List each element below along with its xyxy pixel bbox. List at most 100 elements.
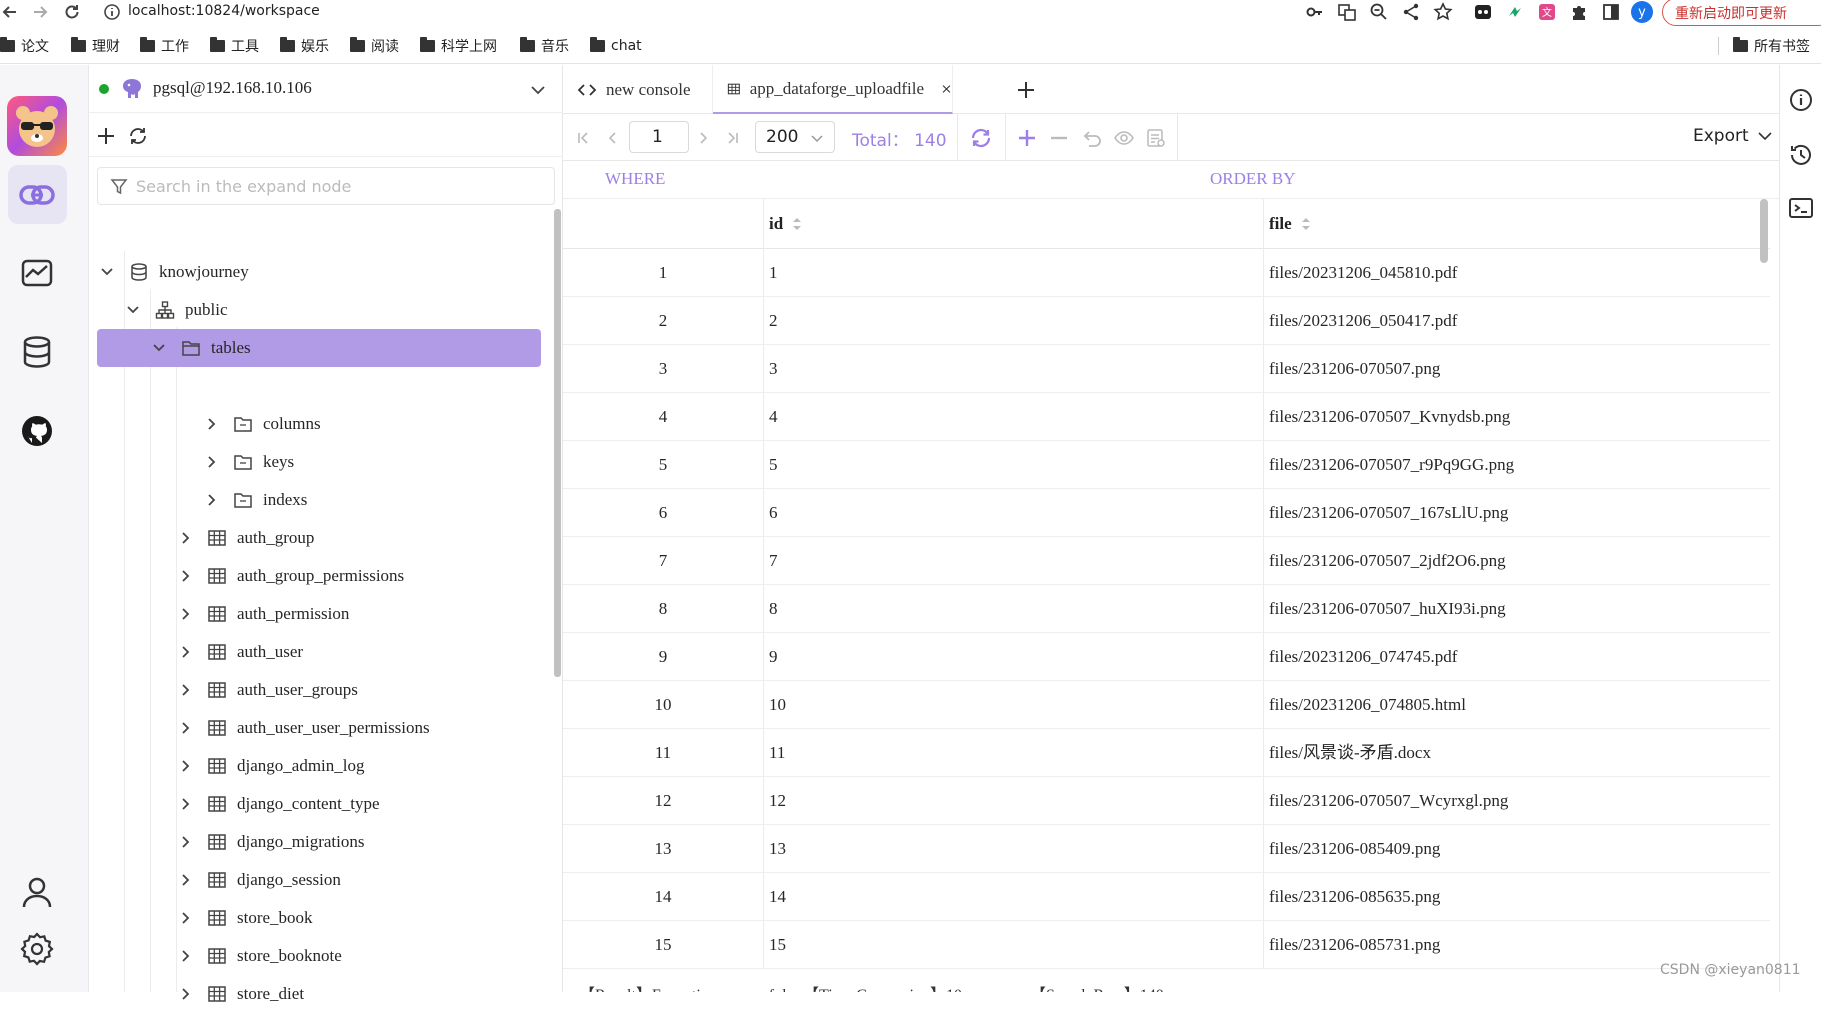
extensions-puzzle-icon[interactable] xyxy=(1569,2,1589,22)
add-row-icon[interactable] xyxy=(1016,127,1038,149)
reload-icon[interactable] xyxy=(62,2,82,22)
chevron-right-icon[interactable] xyxy=(177,606,193,622)
cell-id[interactable]: 10 xyxy=(769,681,786,729)
address-bar[interactable]: localhost:10824/workspace xyxy=(128,3,320,19)
bookmark-folder[interactable]: 理财 xyxy=(71,35,120,57)
link-icon[interactable] xyxy=(16,174,58,216)
cell-file[interactable]: files/20231206_045810.pdf xyxy=(1269,249,1457,297)
cell-id[interactable]: 9 xyxy=(769,633,778,681)
first-page-icon[interactable] xyxy=(573,128,593,148)
tree-search-field[interactable] xyxy=(97,167,555,205)
table-row[interactable]: 9 9 files/20231206_074745.pdf xyxy=(563,633,1770,681)
prev-page-icon[interactable] xyxy=(603,128,623,148)
forward-icon[interactable] xyxy=(30,2,50,22)
cell-file[interactable]: files/20231206_074745.pdf xyxy=(1269,633,1457,681)
chevron-down-icon[interactable] xyxy=(177,378,193,394)
cell-file[interactable]: files/231206-070507.png xyxy=(1269,345,1440,393)
tree-node-table[interactable]: auth_permission xyxy=(177,595,349,633)
tree-node-table[interactable]: auth_group_permissions xyxy=(177,557,404,595)
tree-node-folder[interactable]: columns xyxy=(203,405,321,443)
bookmark-folder[interactable]: 阅读 xyxy=(350,35,399,57)
translate-icon[interactable] xyxy=(1337,2,1357,22)
cell-file[interactable]: files/231206-070507_2jdf2O6.png xyxy=(1269,537,1506,585)
page-size-select[interactable]: 200 xyxy=(755,121,835,153)
zoom-icon[interactable] xyxy=(1369,2,1389,22)
tree-node-table[interactable]: store_book xyxy=(177,899,313,937)
profile-avatar[interactable]: y xyxy=(1631,1,1653,23)
chart-icon[interactable] xyxy=(16,252,58,294)
database-icon[interactable] xyxy=(16,331,58,373)
chevron-right-icon[interactable] xyxy=(177,568,193,584)
tree-node-table[interactable]: django_session xyxy=(177,861,341,899)
close-tab-icon[interactable] xyxy=(941,81,952,97)
chevron-right-icon[interactable] xyxy=(177,872,193,888)
cell-id[interactable]: 5 xyxy=(769,441,778,489)
bookmark-folder[interactable]: 科学上网 xyxy=(420,35,497,57)
chevron-right-icon[interactable] xyxy=(177,682,193,698)
tree-node-table[interactable]: django_admin_log xyxy=(177,747,364,785)
cell-id[interactable]: 2 xyxy=(769,297,778,345)
tree-node-table[interactable]: auth_user_user_permissions xyxy=(177,709,430,747)
sort-icon[interactable] xyxy=(1300,215,1312,233)
settings-icon[interactable] xyxy=(16,928,58,970)
github-icon[interactable] xyxy=(16,410,58,452)
where-input[interactable]: WHERE xyxy=(605,169,665,189)
chevron-right-icon[interactable] xyxy=(203,454,219,470)
table-row[interactable]: 14 14 files/231206-085635.png xyxy=(563,873,1770,921)
grid-scrollbar[interactable] xyxy=(1760,199,1768,263)
extension-mask-icon[interactable] xyxy=(1473,2,1493,22)
cell-id[interactable]: 7 xyxy=(769,537,778,585)
table-row[interactable]: 1 1 files/20231206_045810.pdf xyxy=(563,249,1770,297)
history-icon[interactable] xyxy=(1788,142,1814,168)
cell-file[interactable]: files/231206-085731.png xyxy=(1269,921,1440,969)
tree-scrollbar[interactable] xyxy=(554,209,561,677)
cell-id[interactable]: 11 xyxy=(769,729,785,777)
extension-green-icon[interactable] xyxy=(1505,2,1525,22)
table-row[interactable]: 11 11 files/风景谈-矛盾.docx xyxy=(563,729,1770,777)
chevron-down-icon[interactable] xyxy=(529,81,547,99)
cell-file[interactable]: files/231206-085635.png xyxy=(1269,873,1440,921)
table-row[interactable]: 6 6 files/231206-070507_167sLlU.png xyxy=(563,489,1770,537)
refresh-data-icon[interactable] xyxy=(969,126,993,150)
tree-node-table[interactable]: auth_user xyxy=(177,633,303,671)
add-tab-icon[interactable] xyxy=(1015,79,1037,101)
table-row[interactable]: 12 12 files/231206-070507_Wcyrxgl.png xyxy=(563,777,1770,825)
chevron-right-icon[interactable] xyxy=(177,948,193,964)
tree-node-tables-folder[interactable]: tables xyxy=(151,329,251,367)
tab-new-console[interactable]: new console xyxy=(563,65,713,114)
bookmark-folder[interactable]: chat xyxy=(590,35,642,57)
cell-file[interactable]: files/231206-070507_Wcyrxgl.png xyxy=(1269,777,1508,825)
export-dropdown[interactable]: Export xyxy=(1693,126,1773,146)
page-number-input[interactable]: 1 xyxy=(629,121,689,153)
tree-node-folder[interactable]: indexs xyxy=(203,481,307,519)
info-icon[interactable] xyxy=(1788,87,1814,113)
cell-file[interactable]: files/231206-070507_167sLlU.png xyxy=(1269,489,1508,537)
cell-id[interactable]: 12 xyxy=(769,777,786,825)
share-icon[interactable] xyxy=(1401,2,1421,22)
table-row[interactable]: 7 7 files/231206-070507_2jdf2O6.png xyxy=(563,537,1770,585)
extension-translate-icon[interactable]: 文 xyxy=(1537,2,1557,22)
preview-icon[interactable] xyxy=(1113,127,1135,149)
bookmark-star-icon[interactable] xyxy=(1433,2,1453,22)
cell-file[interactable]: files/231206-070507_huXI93i.png xyxy=(1269,585,1506,633)
chevron-right-icon[interactable] xyxy=(203,416,219,432)
terminal-icon[interactable] xyxy=(1788,195,1814,221)
cell-file[interactable]: files/20231206_050417.pdf xyxy=(1269,297,1457,345)
bookmark-folder[interactable]: 娱乐 xyxy=(280,35,329,57)
chevron-right-icon[interactable] xyxy=(203,492,219,508)
logo-icon[interactable] xyxy=(7,96,67,156)
sql-preview-icon[interactable] xyxy=(1145,127,1167,149)
tree-node-table[interactable]: store_booknote xyxy=(177,937,342,975)
add-icon[interactable] xyxy=(95,125,117,147)
side-panel-icon[interactable] xyxy=(1601,2,1621,22)
cell-file[interactable]: files/风景谈-矛盾.docx xyxy=(1269,729,1431,777)
tree-node-table[interactable]: django_migrations xyxy=(177,823,364,861)
tree-node-database[interactable]: knowjourney xyxy=(99,253,249,291)
chevron-right-icon[interactable] xyxy=(177,910,193,926)
chevron-down-icon[interactable] xyxy=(99,264,115,280)
table-row[interactable]: 13 13 files/231206-085409.png xyxy=(563,825,1770,873)
cell-file[interactable]: files/231206-085409.png xyxy=(1269,825,1440,873)
chevron-right-icon[interactable] xyxy=(177,644,193,660)
cell-file[interactable]: files/231206-070507_r9Pq9GG.png xyxy=(1269,441,1514,489)
tab-app-dataforge-uploadfile[interactable]: app_dataforge_uploadfile xyxy=(713,65,953,114)
